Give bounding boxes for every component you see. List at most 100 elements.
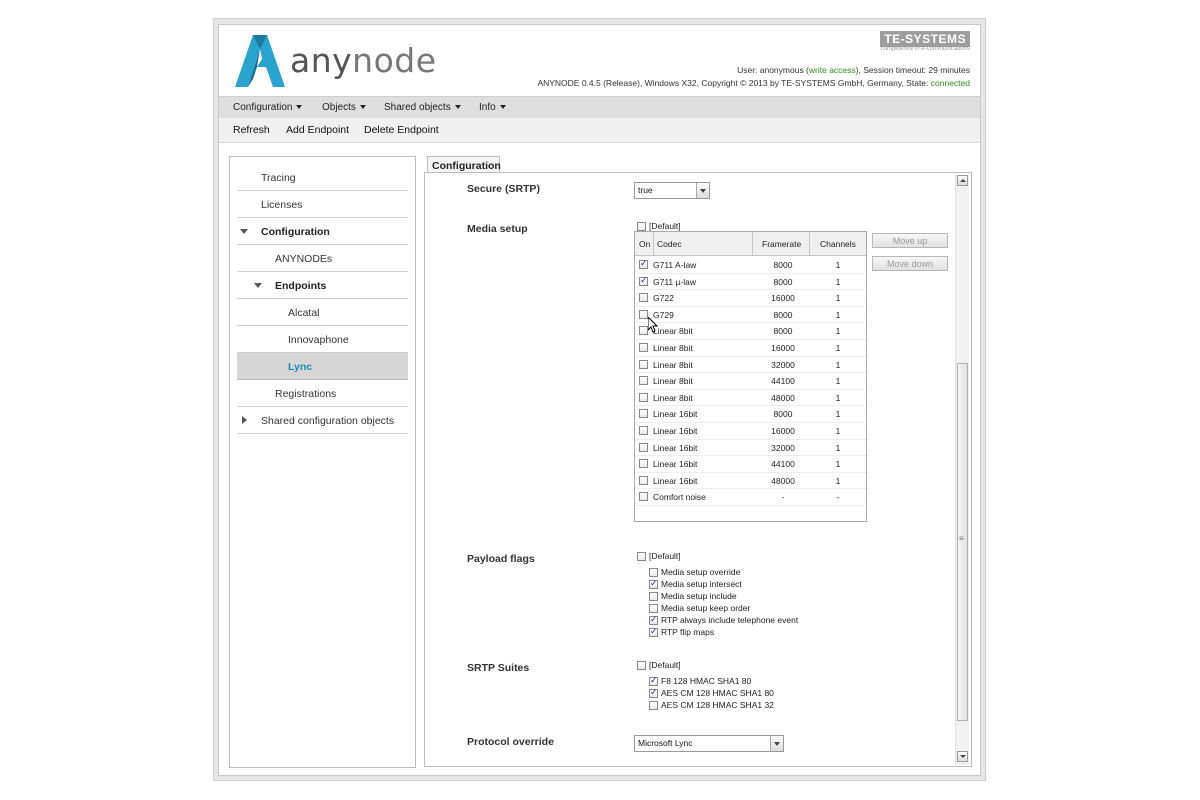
column-divider (809, 232, 810, 256)
menu-configuration[interactable]: Configuration (233, 102, 303, 113)
codec-on-checkbox[interactable] (639, 376, 648, 386)
payload-flag-checkbox[interactable] (649, 568, 658, 577)
srtp-default-checkbox[interactable] (637, 661, 646, 670)
codec-on-checkbox[interactable] (639, 409, 648, 419)
tree-item-shared-configuration-objects[interactable]: Shared configuration objects (237, 407, 408, 434)
codec-framerate: 44100 (771, 376, 795, 387)
codec-row[interactable]: Linear 8bit 8000 1 (635, 323, 866, 340)
codec-row[interactable]: Linear 8bit 16000 1 (635, 340, 866, 357)
scroll-thumb[interactable] (957, 363, 968, 721)
tree-item-label: Endpoints (275, 280, 327, 292)
codec-on-checkbox[interactable] (639, 293, 648, 303)
codec-row[interactable]: G711 µ-law 8000 1 (635, 274, 866, 291)
payload-flag-label: RTP flip maps (661, 627, 715, 637)
codec-row[interactable]: Linear 8bit 44100 1 (635, 373, 866, 390)
codec-row[interactable]: Linear 16bit 8000 1 (635, 406, 866, 423)
codec-framerate: 32000 (771, 442, 795, 453)
payload-flag-checkbox[interactable] (649, 626, 658, 637)
anynode-logo-icon (235, 35, 285, 87)
codec-on-checkbox[interactable] (639, 326, 648, 336)
protocol-override-select[interactable]: Microsoft Lync (634, 735, 784, 752)
payload-flag-checkbox[interactable] (649, 578, 658, 589)
connection-state: connected (930, 78, 970, 88)
menu-info[interactable]: Info (479, 102, 506, 113)
tree-item-alcatal[interactable]: Alcatal (237, 299, 408, 326)
codec-row[interactable]: Linear 16bit 44100 1 (635, 456, 866, 473)
codec-row[interactable]: G722 16000 1 (635, 290, 866, 307)
codec-name: G711 A-law (653, 260, 697, 270)
media-default-checkbox[interactable] (637, 222, 646, 231)
tree-item-label: Licenses (261, 199, 303, 211)
tree-item-anynodes[interactable]: ANYNODEs (237, 245, 408, 272)
srtp-default-label: [Default] (649, 660, 681, 670)
brand-part-any: any (290, 41, 353, 80)
codec-on-checkbox[interactable] (639, 343, 648, 352)
tree-item-tracing[interactable]: Tracing (237, 164, 408, 191)
codec-on-checkbox[interactable] (639, 492, 648, 502)
codec-channels: 1 (835, 343, 841, 353)
codec-on-checkbox[interactable] (639, 275, 648, 286)
srtp-suite-checkbox[interactable] (649, 701, 658, 710)
expanded-triangle-icon[interactable] (240, 229, 248, 234)
codec-on-checkbox[interactable] (639, 459, 648, 469)
company-tagline: competence in e-communications (880, 46, 970, 52)
codec-on-checkbox[interactable] (639, 359, 648, 369)
collapsed-triangle-icon[interactable] (242, 416, 247, 424)
vertical-scrollbar[interactable] (955, 175, 969, 765)
payload-flag-label: Media setup override (661, 567, 741, 577)
codec-on-checkbox[interactable] (639, 258, 648, 269)
tree-item-label: Tracing (261, 172, 296, 184)
codec-row[interactable]: Linear 16bit 32000 1 (635, 440, 866, 457)
tree-item-label: Alcatal (288, 307, 320, 319)
column-header-framerate[interactable]: Framerate (762, 239, 801, 249)
tree-item-endpoints[interactable]: Endpoints (237, 272, 408, 299)
scroll-up-icon[interactable] (957, 175, 968, 186)
expanded-triangle-icon[interactable] (254, 283, 262, 288)
codec-on-checkbox[interactable] (639, 475, 648, 485)
payload-flag-label: Media setup keep order (661, 603, 751, 613)
tree-item-registrations[interactable]: Registrations (237, 380, 408, 407)
tree-item-lync[interactable]: Lync (237, 353, 408, 380)
move-down-button[interactable]: Move down (872, 256, 948, 271)
codec-row[interactable]: G729 8000 1 (635, 307, 866, 324)
codec-row[interactable]: G711 A-law 8000 1 (635, 257, 866, 274)
delete-endpoint-button[interactable]: Delete Endpoint (364, 124, 439, 136)
codec-on-checkbox[interactable] (639, 392, 648, 402)
payload-flag-checkbox[interactable] (649, 592, 658, 601)
codec-name: Linear 8bit (653, 392, 693, 403)
tab-configuration[interactable]: Configuration (427, 156, 501, 173)
srtp-suite-checkbox[interactable] (649, 687, 658, 698)
secure-srtp-select[interactable]: true (634, 182, 710, 199)
codec-name: Linear 16bit (653, 409, 698, 420)
add-endpoint-button[interactable]: Add Endpoint (286, 124, 349, 136)
column-header-codec[interactable]: Codec (657, 239, 682, 249)
tree-item-configuration[interactable]: Configuration (237, 218, 408, 245)
menu-shared-objects[interactable]: Shared objects (384, 102, 461, 113)
codec-on-checkbox[interactable] (639, 309, 648, 319)
payload-flag-checkbox[interactable] (649, 604, 658, 613)
codec-name: Linear 16bit (653, 426, 698, 436)
codec-row[interactable]: Linear 16bit 48000 1 (635, 473, 866, 490)
scroll-down-icon[interactable] (957, 751, 968, 762)
payload-flags-label: Payload flags (467, 553, 535, 565)
codec-channels: 1 (835, 359, 841, 370)
tree-item-licenses[interactable]: Licenses (237, 191, 408, 218)
refresh-button[interactable]: Refresh (233, 124, 270, 136)
codec-on-checkbox[interactable] (639, 442, 648, 452)
srtp-suite-checkbox[interactable] (649, 675, 658, 686)
move-up-button[interactable]: Move up (872, 233, 948, 248)
codec-row[interactable]: Linear 16bit 16000 1 (635, 423, 866, 440)
codec-channels: 1 (835, 442, 841, 453)
tree-item-label: Shared configuration objects (261, 415, 395, 427)
column-header-on[interactable]: On (639, 239, 650, 249)
menu-label: Configuration (233, 102, 293, 113)
payload-default-checkbox[interactable] (637, 552, 646, 561)
column-header-channels[interactable]: Channels (820, 239, 856, 249)
codec-on-checkbox[interactable] (639, 426, 648, 435)
menu-objects[interactable]: Objects (322, 102, 366, 113)
payload-flag-checkbox[interactable] (649, 614, 658, 625)
codec-row[interactable]: Linear 8bit 32000 1 (635, 357, 866, 374)
tree-item-innovaphone[interactable]: Innovaphone (237, 326, 408, 353)
codec-row[interactable]: Comfort noise - - (635, 489, 866, 506)
codec-row[interactable]: Linear 8bit 48000 1 (635, 390, 866, 407)
